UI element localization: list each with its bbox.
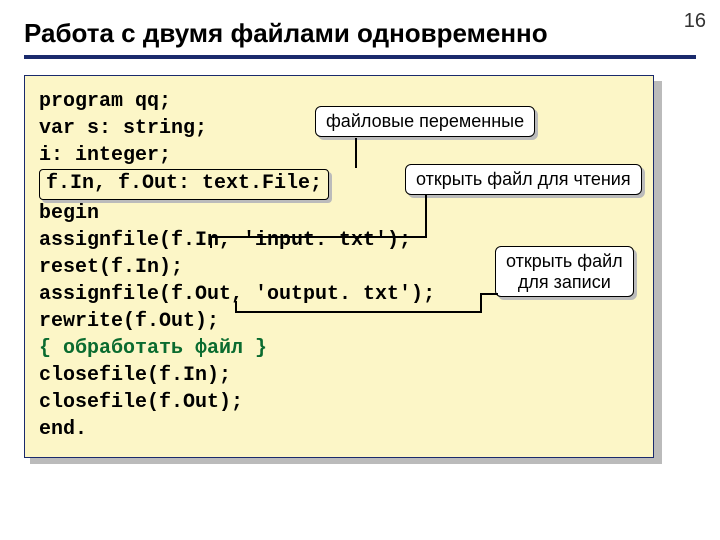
comment: { обработать файл } bbox=[39, 337, 267, 360]
code-line: end. bbox=[39, 416, 639, 443]
connector bbox=[425, 194, 427, 236]
page-number: 16 bbox=[684, 10, 706, 33]
connector bbox=[355, 138, 357, 168]
file-var-decl-box: f.In, f.Out: text.File; bbox=[39, 169, 329, 200]
callout-open-write: открыть файл для записи bbox=[495, 246, 634, 297]
connector bbox=[480, 293, 498, 295]
code-line: closefile(f.In); bbox=[39, 362, 639, 389]
connector bbox=[235, 311, 482, 313]
code-block: program qq; var s: string; i: integer; f… bbox=[24, 75, 654, 458]
code-wrap: program qq; var s: string; i: integer; f… bbox=[24, 75, 656, 458]
callout-line: для записи bbox=[518, 272, 611, 292]
title-rule bbox=[24, 55, 696, 59]
callout-line: открыть файл bbox=[506, 251, 623, 271]
connector bbox=[480, 293, 482, 311]
connector bbox=[210, 236, 427, 238]
connector bbox=[235, 301, 237, 313]
code-line: { обработать файл } bbox=[39, 335, 639, 362]
callout-file-variables: файловые переменные bbox=[315, 106, 535, 137]
connector bbox=[210, 236, 212, 248]
code-line: closefile(f.Out); bbox=[39, 389, 639, 416]
slide-title: Работа с двумя файлами одновременно bbox=[24, 18, 696, 49]
callout-open-read: открыть файл для чтения bbox=[405, 164, 642, 195]
code-line: begin bbox=[39, 200, 639, 227]
